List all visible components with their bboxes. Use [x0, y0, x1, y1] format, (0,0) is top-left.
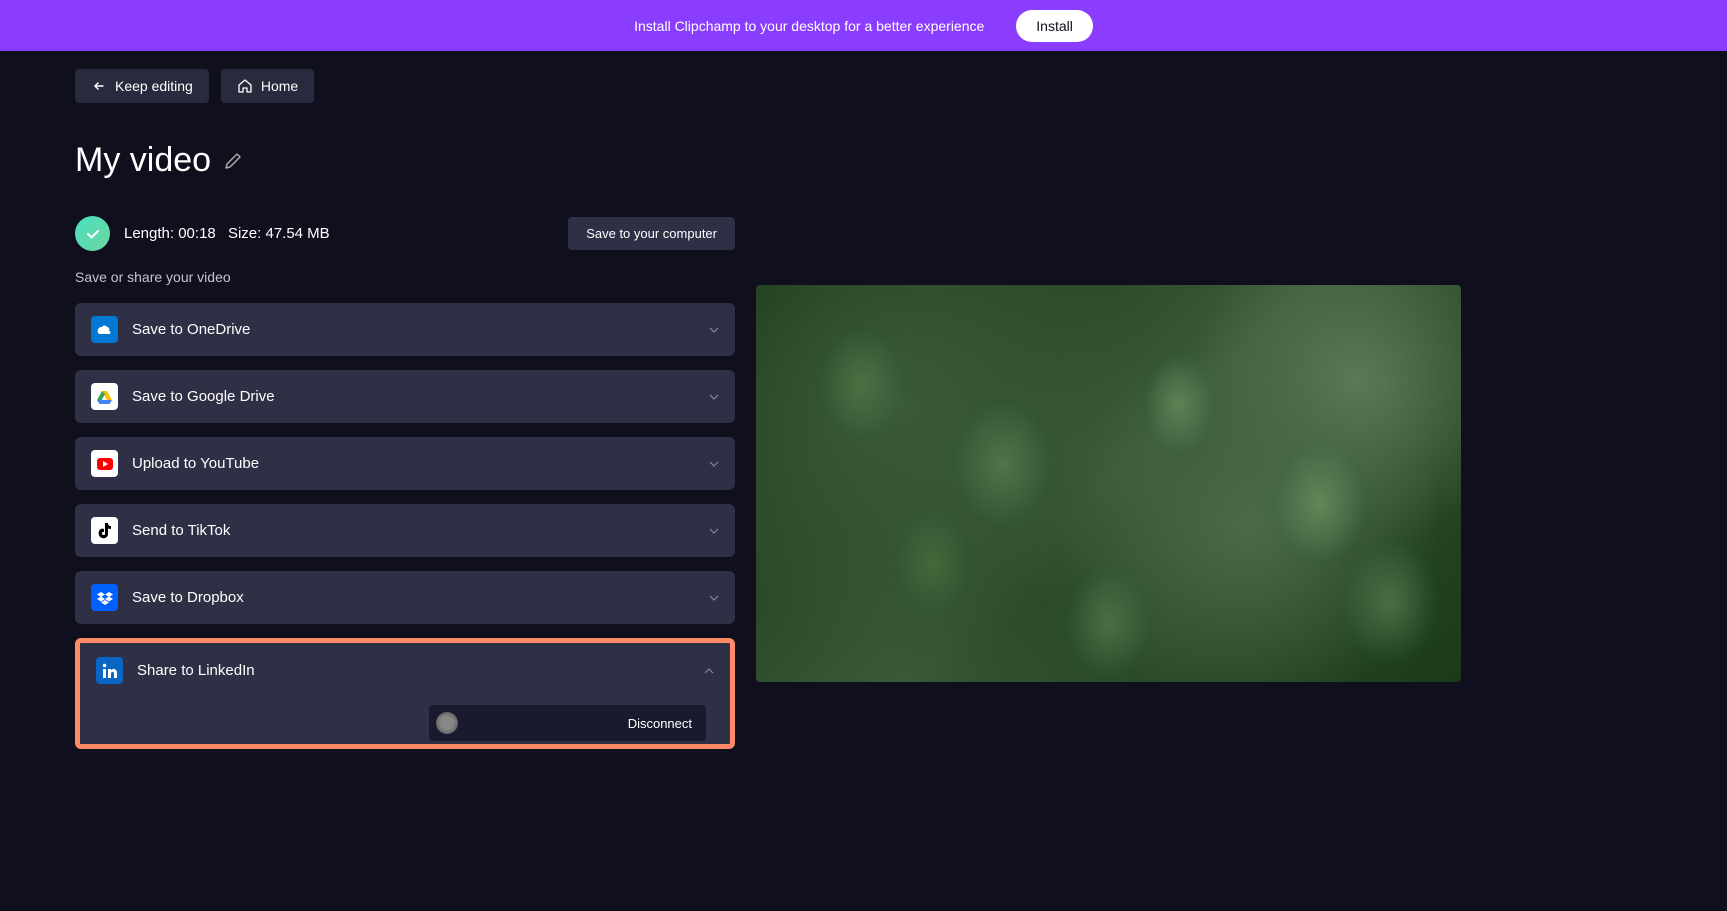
linkedin-icon — [96, 657, 123, 684]
length-label: Length: — [124, 225, 174, 242]
youtube-icon — [91, 450, 118, 477]
share-subtitle: Save or share your video — [75, 269, 735, 285]
dropbox-label: Save to Dropbox — [132, 589, 244, 606]
length-value: 00:18 — [178, 225, 216, 242]
linkedin-account-bar: Disconnect — [429, 705, 706, 741]
linkedin-panel-highlighted: Share to LinkedIn Disconnect — [75, 638, 735, 749]
dropbox-icon — [91, 584, 118, 611]
home-button[interactable]: Home — [221, 69, 314, 103]
video-info: Length: 00:18 Size: 47.54 MB — [124, 225, 330, 242]
install-banner: Install Clipchamp to your desktop for a … — [0, 0, 1727, 51]
tiktok-icon — [91, 517, 118, 544]
share-options: Save to OneDrive Save to Google Drive — [75, 303, 735, 749]
keep-editing-button[interactable]: Keep editing — [75, 69, 209, 103]
youtube-label: Upload to YouTube — [132, 455, 259, 472]
arrow-left-icon — [91, 78, 107, 94]
main-content: Keep editing Home My video Length: 00:18 — [0, 51, 1727, 767]
chevron-down-icon — [709, 461, 719, 467]
home-icon — [237, 78, 253, 94]
onedrive-label: Save to OneDrive — [132, 321, 250, 338]
keep-editing-label: Keep editing — [115, 78, 193, 94]
chevron-down-icon — [709, 327, 719, 333]
disconnect-button[interactable]: Disconnect — [628, 716, 692, 731]
googledrive-label: Save to Google Drive — [132, 388, 275, 405]
chevron-down-icon — [709, 394, 719, 400]
chevron-down-icon — [709, 528, 719, 534]
save-to-computer-button[interactable]: Save to your computer — [568, 217, 735, 250]
video-title: My video — [75, 141, 211, 180]
share-option-onedrive[interactable]: Save to OneDrive — [75, 303, 735, 356]
top-buttons: Keep editing Home — [75, 69, 735, 103]
install-button[interactable]: Install — [1016, 10, 1093, 42]
edit-title-icon[interactable] — [223, 151, 243, 171]
install-banner-text: Install Clipchamp to your desktop for a … — [634, 18, 984, 34]
left-panel: Keep editing Home My video Length: 00:18 — [75, 69, 735, 749]
tiktok-label: Send to TikTok — [132, 522, 230, 539]
chevron-down-icon — [709, 595, 719, 601]
title-row: My video — [75, 141, 735, 180]
share-option-youtube[interactable]: Upload to YouTube — [75, 437, 735, 490]
linkedin-label: Share to LinkedIn — [137, 662, 255, 679]
size-label: Size: — [228, 225, 261, 242]
googledrive-icon — [91, 383, 118, 410]
video-preview — [756, 285, 1461, 682]
status-row: Length: 00:18 Size: 47.54 MB Save to you… — [75, 216, 735, 251]
onedrive-icon — [91, 316, 118, 343]
home-label: Home — [261, 78, 298, 94]
share-option-tiktok[interactable]: Send to TikTok — [75, 504, 735, 557]
avatar — [436, 712, 458, 734]
share-option-dropbox[interactable]: Save to Dropbox — [75, 571, 735, 624]
linkedin-header[interactable]: Share to LinkedIn — [96, 657, 714, 684]
chevron-up-icon[interactable] — [704, 668, 714, 674]
status-check-icon — [75, 216, 110, 251]
size-value: 47.54 MB — [265, 225, 329, 242]
share-option-googledrive[interactable]: Save to Google Drive — [75, 370, 735, 423]
